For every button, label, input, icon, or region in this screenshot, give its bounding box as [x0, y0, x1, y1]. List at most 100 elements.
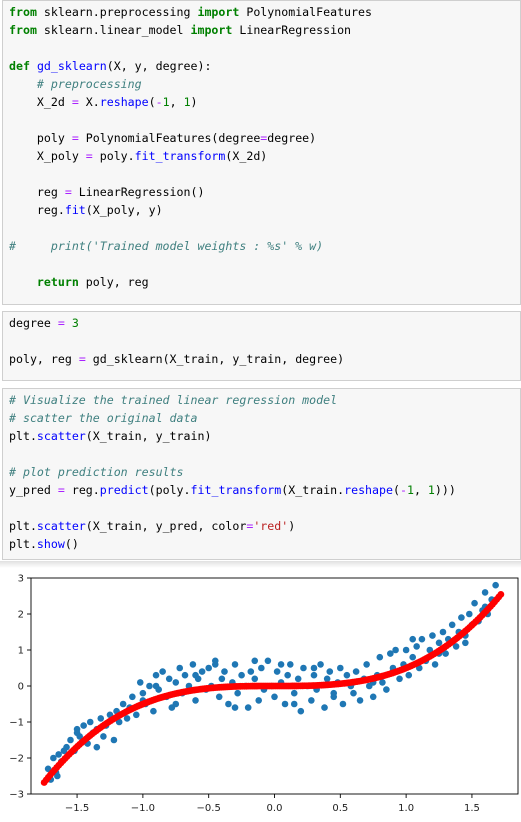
data-point	[409, 635, 417, 643]
data-point	[337, 664, 344, 672]
y-tick-label: −3	[9, 790, 24, 801]
y-tick-label: 1	[18, 646, 24, 657]
data-point	[396, 675, 403, 683]
data-point	[73, 729, 81, 737]
data-point	[176, 664, 184, 672]
data-point	[211, 661, 219, 668]
data-point	[80, 722, 87, 729]
code-token: (X_train, y_pred, color	[85, 519, 247, 533]
code-line: # scatter the original data	[9, 409, 456, 427]
code-line: plt.scatter(X_train, y_pred, color='red'…	[9, 517, 456, 535]
code-token: plt.	[9, 429, 37, 443]
data-point	[297, 707, 305, 715]
code-cell-degree[interactable]: degree = 3 poly, reg = gd_sklearn(X_trai…	[2, 311, 521, 381]
data-point	[350, 689, 357, 697]
code-token: =	[57, 483, 65, 497]
code-token: # preprocessing	[36, 77, 142, 91]
data-point	[339, 700, 347, 708]
code-token: def	[9, 59, 30, 73]
code-token: poly.	[92, 149, 135, 163]
code-token: plt.	[9, 519, 37, 533]
data-point	[271, 693, 278, 701]
code-token: (poly.	[148, 483, 191, 497]
data-point	[343, 671, 351, 679]
code-token: =	[71, 95, 79, 109]
data-point	[352, 668, 360, 675]
code-token: (X_train, y_train)	[85, 429, 212, 443]
code-token: sklearn.preprocessing	[36, 5, 198, 19]
data-point	[418, 635, 426, 643]
data-point	[286, 661, 294, 668]
code-token: X_poly	[9, 149, 86, 163]
data-point	[369, 693, 377, 701]
code-token: scatter	[36, 429, 86, 443]
data-point	[225, 700, 232, 708]
code-token: -	[155, 95, 163, 109]
data-point	[152, 682, 160, 690]
data-point	[258, 664, 265, 672]
code-token: PolynomialFeatures	[239, 5, 372, 19]
code-editor[interactable]: degree = 3 poly, reg = gd_sklearn(X_trai…	[9, 314, 344, 368]
code-editor[interactable]: from sklearn.preprocessing import Polyno…	[9, 3, 372, 291]
data-point	[409, 653, 417, 661]
code-line: from sklearn.preprocessing import Polyno…	[9, 3, 372, 21]
data-point	[466, 610, 473, 618]
code-token: ()	[64, 537, 79, 551]
code-cell-visualize[interactable]: # Visualize the trained linear regressio…	[2, 388, 521, 560]
data-point	[192, 697, 199, 704]
data-point	[215, 693, 223, 701]
data-point	[234, 689, 241, 697]
data-point	[310, 671, 318, 679]
data-point	[67, 736, 74, 744]
data-point	[363, 661, 370, 668]
data-point	[247, 668, 255, 675]
data-point	[383, 686, 390, 693]
data-point	[136, 679, 144, 686]
data-point	[290, 689, 298, 697]
data-point	[231, 661, 239, 668]
code-token: =	[85, 149, 93, 163]
data-point	[392, 646, 399, 654]
code-line: X_2d = X.reshape(-1, 1)	[9, 93, 372, 111]
code-token: X_2d	[9, 95, 72, 109]
y-tick-label: 0	[18, 682, 24, 693]
code-token: poly, reg	[78, 275, 149, 289]
data-point	[308, 697, 315, 704]
code-token: =	[64, 185, 72, 199]
code-line: # Visualize the trained linear regressio…	[9, 391, 456, 409]
y-tick-label: −1	[9, 718, 24, 729]
data-point	[435, 639, 443, 647]
code-token: (	[148, 95, 156, 109]
code-line: # print('Trained model weights : %s' % w…	[9, 237, 372, 255]
code-line: reg.fit(X_poly, y)	[9, 201, 372, 219]
code-token: 3	[71, 316, 79, 330]
code-token: # plot prediction results	[9, 465, 184, 479]
code-token: scatter	[36, 519, 86, 533]
code-line: y_pred = reg.predict(poly.fit_transform(…	[9, 481, 456, 499]
code-token: (X_train.	[281, 483, 345, 497]
data-point	[150, 707, 157, 715]
data-point	[86, 718, 94, 726]
code-token: -	[399, 483, 407, 497]
code-token: (	[392, 483, 400, 497]
data-point	[492, 581, 499, 589]
data-point	[119, 700, 127, 708]
data-point	[251, 675, 259, 683]
data-point	[277, 661, 285, 668]
code-token: poly, reg	[9, 352, 79, 366]
code-cell-imports-function[interactable]: from sklearn.preprocessing import Polyno…	[2, 0, 521, 305]
data-point	[100, 733, 107, 740]
output-separator	[0, 561, 521, 568]
data-point	[321, 704, 328, 711]
code-line: # preprocessing	[9, 75, 372, 93]
code-editor[interactable]: # Visualize the trained linear regressio…	[9, 391, 456, 553]
data-point	[205, 664, 212, 672]
data-point	[189, 661, 197, 668]
code-line: X_poly = poly.fit_transform(X_2d)	[9, 147, 372, 165]
data-point	[294, 675, 302, 683]
